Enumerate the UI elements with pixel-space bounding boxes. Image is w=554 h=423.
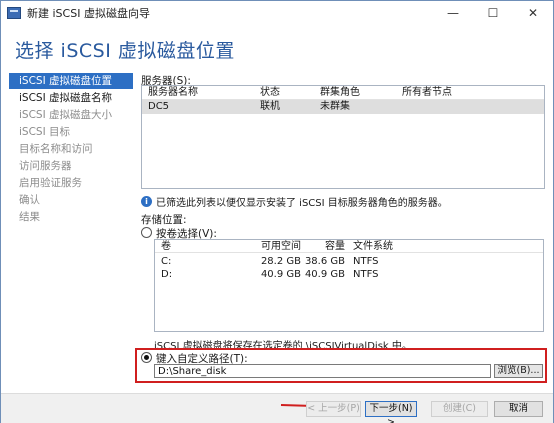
table-row[interactable]: D: 40.9 GB 40.9 GB NTFS <box>155 268 543 281</box>
custom-path-highlight <box>135 348 547 383</box>
nav-item-results: 结果 <box>19 211 40 223</box>
nav-item-auth-services: 启用验证服务 <box>19 177 82 189</box>
volume-cell: C: <box>161 256 172 267</box>
capacity-cell: 40.9 GB <box>304 269 345 280</box>
column-header-volume[interactable]: 卷 <box>155 240 249 252</box>
next-button[interactable]: 下一步(N) > <box>365 401 417 423</box>
info-icon: i <box>141 196 152 207</box>
file-system-cell: NTFS <box>353 269 379 280</box>
window-controls: — ☐ ✕ <box>433 1 553 25</box>
server-owner-cell <box>396 100 516 114</box>
volume-cell: D: <box>161 269 173 280</box>
server-list-header: 服务器名称 状态 群集角色 所有者节点 <box>142 86 544 100</box>
column-header-capacity[interactable]: 容量 <box>301 240 345 252</box>
previous-button[interactable]: < 上一步(P) <box>306 401 361 417</box>
table-row[interactable]: DC5 联机 未群集 <box>142 100 544 114</box>
create-button[interactable]: 创建(C) <box>431 401 488 417</box>
column-header-server-name[interactable]: 服务器名称 <box>142 86 254 99</box>
title-bar: 新建 iSCSI 虚拟磁盘向导 — ☐ ✕ <box>1 1 553 25</box>
nav-item-access-servers: 访问服务器 <box>19 160 72 172</box>
close-button[interactable]: ✕ <box>513 1 553 25</box>
storage-location-label: 存储位置: <box>141 214 187 226</box>
nav-item-disk-size: iSCSI 虚拟磁盘大小 <box>19 109 113 121</box>
column-header-status[interactable]: 状态 <box>254 86 314 99</box>
filter-info: i 已筛选此列表以便仅显示安装了 iSCSI 目标服务器角色的服务器。 <box>141 194 448 209</box>
server-manager-icon <box>7 7 21 19</box>
window-title: 新建 iSCSI 虚拟磁盘向导 <box>27 7 150 20</box>
wizard-nav: iSCSI 虚拟磁盘位置 iSCSI 虚拟磁盘名称 iSCSI 虚拟磁盘大小 i… <box>9 73 133 226</box>
capacity-cell: 38.6 GB <box>304 256 345 267</box>
column-header-file-system[interactable]: 文件系统 <box>345 240 405 252</box>
cancel-button[interactable]: 取消 <box>494 401 543 417</box>
volume-list-header: 卷 可用空间 容量 文件系统 <box>155 240 543 253</box>
table-row[interactable]: C: 28.2 GB 38.6 GB NTFS <box>155 255 543 268</box>
server-status-cell: 联机 <box>260 101 280 112</box>
server-name-cell: DC5 <box>148 101 170 112</box>
select-by-volume-radio[interactable] <box>141 227 152 238</box>
column-header-cluster-role[interactable]: 群集角色 <box>314 86 396 99</box>
filter-info-text: 已筛选此列表以便仅显示安装了 iSCSI 目标服务器角色的服务器。 <box>156 198 448 209</box>
server-list[interactable]: 服务器名称 状态 群集角色 所有者节点 DC5 联机 未群集 <box>141 85 545 189</box>
file-system-cell: NTFS <box>353 256 379 267</box>
nav-item-confirm: 确认 <box>19 194 40 206</box>
free-space-cell: 28.2 GB <box>260 256 301 267</box>
column-header-owner-node[interactable]: 所有者节点 <box>396 86 516 99</box>
server-role-cell: 未群集 <box>320 101 350 112</box>
minimize-button[interactable]: — <box>433 1 473 25</box>
column-header-free-space[interactable]: 可用空间 <box>249 240 301 252</box>
page-title: 选择 iSCSI 虚拟磁盘位置 <box>15 40 235 62</box>
maximize-button[interactable]: ☐ <box>473 1 513 25</box>
nav-item-disk-location[interactable]: iSCSI 虚拟磁盘位置 <box>9 73 133 89</box>
wizard-window: 新建 iSCSI 虚拟磁盘向导 — ☐ ✕ 选择 iSCSI 虚拟磁盘位置 iS… <box>0 0 554 423</box>
nav-item-target-name-access: 目标名称和访问 <box>19 143 93 155</box>
free-space-cell: 40.9 GB <box>260 269 301 280</box>
volume-list[interactable]: 卷 可用空间 容量 文件系统 C: 28.2 GB 38.6 GB NTFS D… <box>154 239 544 332</box>
nav-item-target: iSCSI 目标 <box>19 126 71 138</box>
nav-item-disk-name[interactable]: iSCSI 虚拟磁盘名称 <box>9 90 133 106</box>
